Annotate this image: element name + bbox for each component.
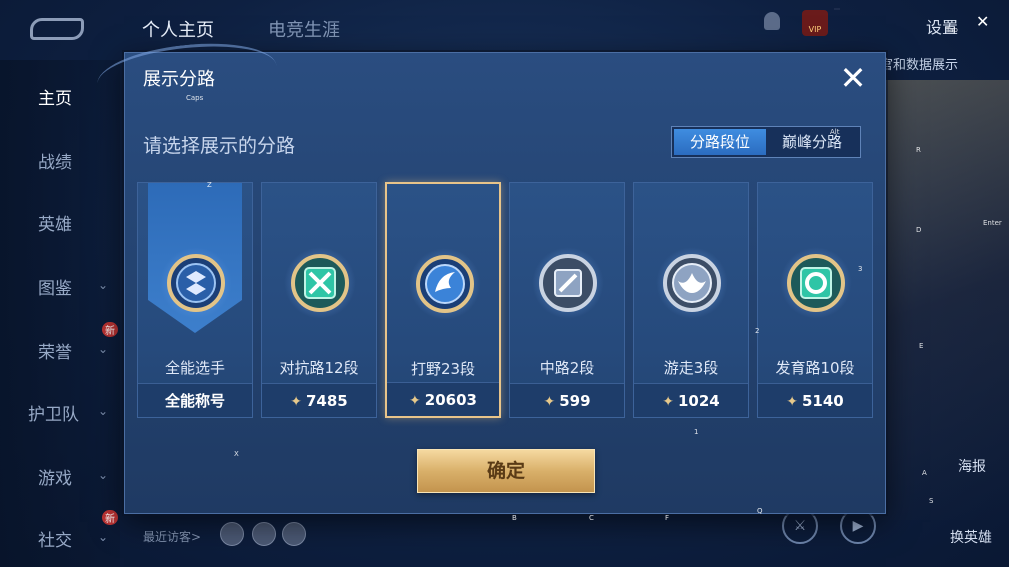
tab-esports-career[interactable]: 电竞生涯 — [268, 16, 340, 42]
confirm-button[interactable]: 确定 — [417, 449, 595, 493]
dialog-subtitle: 请选择展示的分路 — [143, 135, 296, 157]
keycap-hint: Z — [207, 181, 212, 189]
keycap-hint: X — [234, 450, 239, 458]
card-name: 全能选手 — [164, 359, 225, 377]
keycap-hint: F — [665, 514, 670, 522]
recent-visitors-link[interactable]: 最近访客> — [143, 528, 201, 545]
avatar[interactable] — [252, 522, 276, 546]
sidebar-item-game[interactable]: 游戏 — [38, 464, 72, 489]
keycap-hint: S — [929, 497, 934, 505]
game-logo — [30, 18, 84, 40]
sidebar-item-honor[interactable]: 荣誉 — [38, 338, 72, 363]
chevron-down-icon: ⌄ — [98, 530, 109, 544]
allround-emblem-icon — [167, 254, 225, 312]
sidebar-item-home[interactable]: 主页 — [38, 84, 72, 109]
chevron-down-icon: ⌄ — [98, 278, 109, 292]
card-footer: ✦ 599 — [510, 383, 624, 417]
score-icon: ✦ — [662, 394, 674, 410]
card-score: 5140 — [801, 392, 844, 410]
keycap-hint: 2 — [755, 327, 760, 335]
card-footer: ✦ 20603 — [387, 382, 499, 416]
score-icon: ✦ — [290, 394, 302, 410]
card-name: 游走3段 — [663, 359, 719, 377]
new-badge: 新 — [102, 510, 118, 525]
sidebar-item-heroes[interactable]: 英雄 — [38, 210, 72, 235]
lane-card-clash[interactable]: 对抗路12段 ✦ 7485 — [261, 182, 377, 418]
score-icon: ✦ — [786, 394, 798, 410]
keycap-hint: E — [919, 342, 924, 350]
lane-card-mid[interactable]: 中路2段 ✦ 599 — [509, 182, 625, 418]
clash-lane-emblem-icon — [291, 254, 349, 312]
change-hero-button[interactable]: 换英雄 — [950, 527, 992, 547]
card-name: 打野23段 — [410, 360, 476, 378]
card-score: 7485 — [305, 392, 348, 410]
keycap-hint: 1 — [694, 428, 699, 436]
tab-peak-lane[interactable]: 巅峰分路 — [766, 129, 858, 155]
avatar[interactable] — [282, 522, 306, 546]
vip-badge-icon[interactable]: VIP — [802, 10, 828, 36]
card-name: 对抗路12段 — [279, 359, 359, 377]
keycap-hint: Tab — [946, 26, 958, 34]
bell-icon[interactable] — [764, 12, 780, 30]
keycap-hint: Q — [757, 507, 763, 515]
lane-card-jungle[interactable]: 打野23段 ✦ 20603 — [385, 182, 501, 418]
keycap-hint: C — [589, 514, 594, 522]
chevron-down-icon: ⌄ — [98, 342, 109, 356]
chevron-down-icon: ⌄ — [98, 404, 109, 418]
card-name: 中路2段 — [539, 359, 595, 377]
new-badge: 新 — [102, 322, 118, 337]
card-score: 1024 — [677, 392, 720, 410]
sidebar-item-social[interactable]: 社交 — [38, 526, 72, 551]
lane-card-farm[interactable]: 发育路10段 ✦ 5140 — [757, 182, 873, 418]
farm-lane-emblem-icon — [787, 254, 845, 312]
sidebar-item-guard-team[interactable]: 护卫队 — [28, 400, 79, 425]
top-bar: 个人主页 电竞生涯 VIP 设置 ✕ — [0, 0, 1009, 56]
dialog-title: 展示分路 — [143, 69, 215, 90]
card-name: 发育路10段 — [775, 359, 855, 377]
keycap-hint: Enter — [983, 219, 1002, 227]
keycap-hint: Alt — [830, 128, 840, 136]
lane-card-roam[interactable]: 游走3段 ✦ 1024 — [633, 182, 749, 418]
keycap-hint: 3 — [858, 265, 863, 273]
top-status-text — [834, 8, 840, 10]
close-button[interactable]: ✕ — [835, 61, 871, 97]
tab-lane-rank[interactable]: 分路段位 — [674, 129, 766, 155]
jungle-emblem-icon — [416, 255, 474, 313]
avatar[interactable] — [220, 522, 244, 546]
keycap-hint: Caps — [186, 94, 204, 102]
display-data-button[interactable]: 官和数据展示 — [880, 54, 958, 73]
score-icon: ✦ — [543, 394, 556, 410]
lane-card-allround[interactable]: 全能选手 全能称号 — [137, 182, 253, 418]
card-footer: ✦ 7485 — [262, 383, 376, 417]
sidebar-item-records[interactable]: 战绩 — [38, 148, 72, 173]
card-footer: ✦ 5140 — [758, 383, 872, 417]
keycap-hint: D — [916, 226, 922, 234]
hero-figure — [880, 80, 1009, 520]
lane-display-dialog: 展示分路 ✕ 请选择展示的分路 分路段位 巅峰分路 全能选手 全能称号 对抗路1… — [94, 35, 886, 514]
tab-personal-home[interactable]: 个人主页 — [142, 16, 214, 42]
card-footer: ✦ 1024 — [634, 383, 748, 417]
mid-lane-emblem-icon — [539, 254, 597, 312]
card-score: 599 — [559, 392, 591, 410]
card-footer: 全能称号 — [138, 383, 252, 417]
card-score: 20603 — [424, 391, 477, 409]
chevron-down-icon: ⌄ — [98, 468, 109, 482]
keycap-hint: R — [916, 146, 921, 154]
score-icon: ✦ — [409, 393, 421, 409]
sidebar-item-codex[interactable]: 图鉴 — [38, 274, 72, 299]
close-icon[interactable]: ✕ — [976, 12, 989, 31]
keycap-hint: B — [512, 514, 517, 522]
roam-emblem-icon — [663, 254, 721, 312]
sidebar: 主页 战绩 英雄 图鉴 ⌄ 荣誉 ⌄ 新 护卫队 ⌄ 游戏 ⌄ 社交 ⌄ 新 — [0, 60, 120, 567]
poster-button[interactable]: 海报 — [958, 456, 986, 476]
keycap-hint: A — [922, 469, 927, 477]
